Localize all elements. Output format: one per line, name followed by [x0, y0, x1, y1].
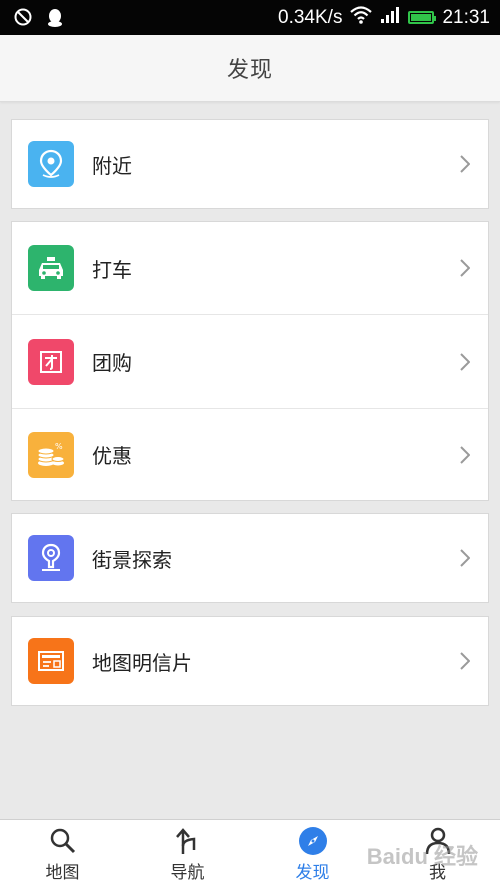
street-view-icon: [28, 535, 74, 581]
postcard-icon: [28, 638, 74, 684]
status-bar: 0.34K/s 21:31: [0, 0, 500, 35]
watermark: Baidu 经验: [366, 844, 478, 869]
menu-group-services: 打车 团购 % 优惠: [11, 221, 489, 501]
chevron-right-icon: [460, 652, 471, 674]
menu-item-coupon[interactable]: % 优惠: [12, 408, 488, 500]
taxi-icon: [28, 245, 74, 291]
nav-tab-map[interactable]: 地图: [0, 820, 125, 890]
nav-tab-discover[interactable]: 发现: [250, 820, 375, 890]
coupon-coins-icon: %: [28, 431, 74, 478]
nav-tab-label: 发现: [295, 863, 330, 883]
network-speed: 0.34K/s: [278, 6, 343, 28]
clock: 21:31: [442, 6, 490, 28]
menu-group-nearby: 附近: [11, 119, 489, 209]
menu-item-label: 地图明信片: [92, 650, 192, 675]
menu-item-label: 团购: [92, 351, 132, 375]
qq-icon: [46, 8, 64, 32]
menu-item-label: 优惠: [92, 444, 132, 468]
menu-item-street-view[interactable]: 街景探索: [12, 514, 488, 602]
notification-icon: [14, 8, 32, 32]
menu-item-taxi[interactable]: 打车: [12, 222, 488, 314]
chevron-right-icon: [460, 155, 471, 177]
chevron-right-icon: [460, 549, 471, 571]
menu-group-street-view: 街景探索: [11, 513, 489, 603]
nav-tab-label: 地图: [45, 863, 80, 883]
menu-item-nearby[interactable]: 附近: [12, 120, 488, 208]
group-buy-icon: [28, 338, 74, 385]
menu-item-group-buy[interactable]: 团购: [12, 314, 488, 408]
menu-item-label: 附近: [92, 153, 132, 178]
title-bar: 发现: [0, 35, 500, 102]
menu-item-postcard[interactable]: 地图明信片: [12, 617, 488, 705]
search-icon: [48, 826, 78, 856]
location-pin-icon: [28, 141, 74, 187]
chevron-right-icon: [460, 352, 471, 375]
signal-icon: [380, 6, 400, 29]
nav-tab-label: 导航: [170, 863, 205, 883]
menu-item-label: 街景探索: [92, 547, 172, 572]
nav-tab-navigation[interactable]: 导航: [125, 820, 250, 890]
navigation-arrow-icon: [173, 826, 203, 856]
menu-group-postcard: 地图明信片: [11, 616, 489, 706]
svg-text:%: %: [55, 442, 63, 451]
page-title: 发现: [226, 58, 273, 83]
menu-item-label: 打车: [92, 257, 132, 282]
wifi-icon: [350, 6, 373, 29]
compass-icon: [298, 826, 328, 856]
battery-icon: [408, 11, 437, 24]
chevron-right-icon: [460, 259, 471, 281]
chevron-right-icon: [460, 445, 471, 468]
